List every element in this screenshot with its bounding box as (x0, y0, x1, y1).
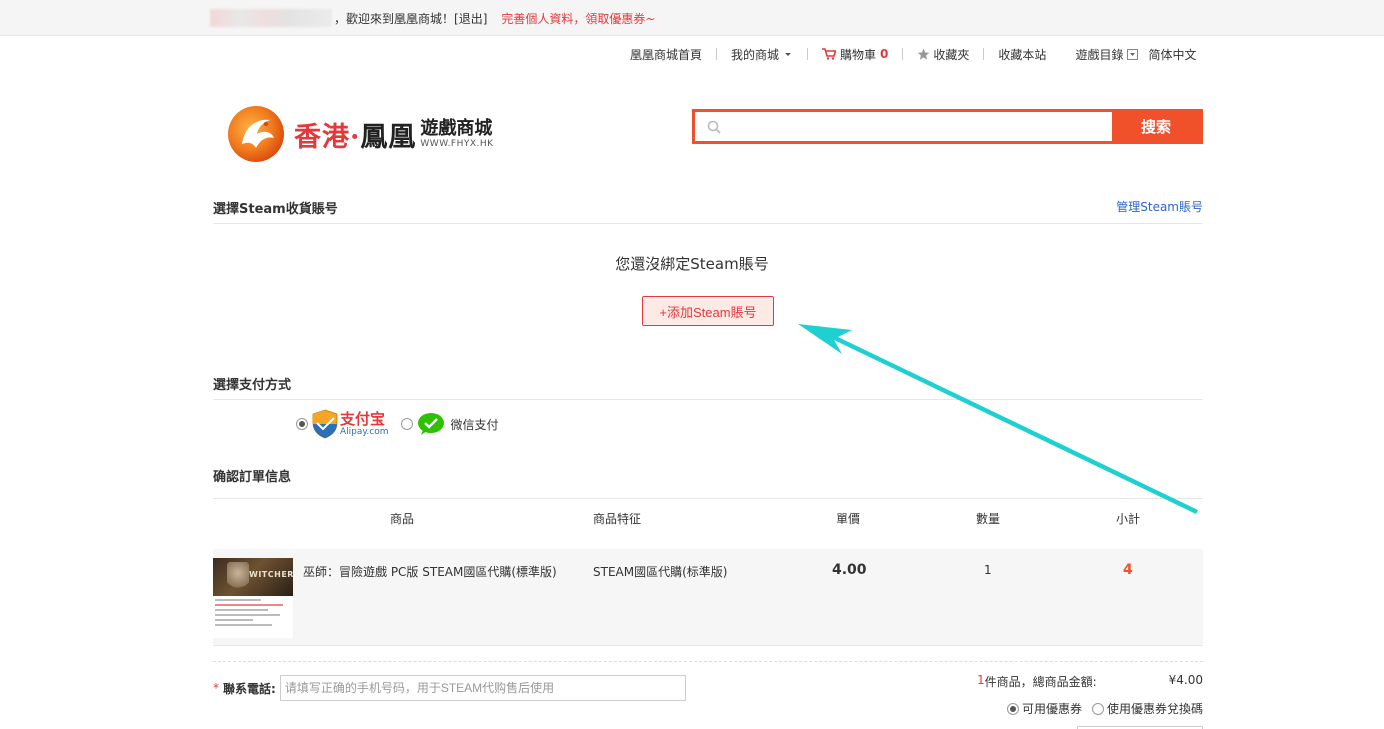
welcome-text: ，歡迎來到凰凰商城！ (334, 11, 455, 26)
cart-count-badge: 0 (880, 47, 889, 61)
nav-my-mall-label: 我的商城 (731, 47, 780, 62)
nav-divider (983, 48, 985, 60)
steam-section-title: 選擇Steam收貨賬号 (213, 202, 338, 217)
nav-my-mall[interactable]: 我的商城 (731, 46, 793, 63)
sub-nav: 凰凰商城首頁 我的商城 購物車 0 收藏夾 收藏本站 遊戲目錄 简体中文 (630, 44, 1196, 64)
coupon-available-radio[interactable] (1006, 702, 1019, 715)
table-row: WITCHER 巫師：冒險遊戲 PC版 STEAM國區代購(標準版) STEAM… (213, 549, 1203, 646)
logout-link[interactable]: [退出] (454, 10, 487, 27)
nav-catalog[interactable]: 遊戲目錄 (1075, 46, 1139, 63)
caret-down-icon (785, 53, 792, 56)
payment-section-header: 選擇支付方式 (213, 374, 1203, 400)
logo-sub-en: WWW.FHYX.HK (420, 138, 494, 149)
alipay-wordmark: 支付宝 Alipay.com (340, 409, 389, 437)
col-price: 單價 (836, 512, 861, 526)
product-art-text-lines (213, 596, 293, 632)
wechat-label: 微信支付 (450, 417, 499, 432)
product-art-figure (227, 562, 249, 594)
nav-divider (1060, 48, 1061, 60)
logo-subtitle: 遊戲商城 WWW.FHYX.HK (420, 117, 494, 150)
product-price: 4.00 (832, 562, 867, 578)
site-logo[interactable]: 香港·鳳凰 遊戲商城 WWW.FHYX.HK (226, 102, 494, 166)
wechat-radio[interactable] (400, 418, 413, 430)
logo-title-black: 鳳凰 (360, 121, 417, 153)
cart-icon (822, 48, 837, 60)
coupon-redeem-label: 使用優惠券兌換碼 (1106, 702, 1203, 716)
alipay-shield-icon (312, 409, 338, 439)
nav-cart[interactable]: 購物車 0 (822, 46, 888, 63)
nav-divider (716, 48, 718, 60)
required-star: * (213, 681, 219, 695)
payment-section-title: 選擇支付方式 (213, 378, 292, 393)
product-subtotal: 4 (1123, 562, 1133, 578)
nav-language[interactable]: 简体中文 (1148, 46, 1196, 63)
payment-options: 支付宝 Alipay.com 微信支付 (296, 408, 499, 440)
wechat-option[interactable]: 微信支付 (417, 412, 499, 436)
order-table-header: 商品 商品特征 單價 數量 小計 (213, 498, 1203, 534)
summary-count: 1 (976, 673, 985, 687)
logo-title: 香港·鳳凰 (294, 115, 416, 154)
product-art-title: WITCHER (249, 570, 293, 579)
order-summary: 1 件商品，總商品金額: ¥4.00 (977, 673, 1203, 690)
coupon-redeem-option[interactable]: 使用優惠券兌換碼 (1091, 700, 1203, 717)
steam-section-header: 選擇Steam收貨賬号 管理Steam賬号 (213, 198, 1203, 224)
phoenix-logo-icon (228, 106, 284, 162)
coupon-available-label: 可用優惠券 (1021, 702, 1082, 716)
summary-amount: ¥4.00 (1168, 673, 1203, 687)
nav-favorites[interactable]: 收藏夾 (917, 46, 969, 63)
star-icon (918, 48, 930, 60)
username-blurred (210, 9, 332, 27)
product-thumbnail[interactable]: WITCHER (213, 558, 293, 638)
top-bar: ，歡迎來到凰凰商城！ [退出] 完善個人資料，領取優惠券~ (0, 0, 1384, 36)
col-qty: 數量 (976, 512, 1001, 526)
nav-home[interactable]: 凰凰商城首頁 (630, 46, 702, 63)
dashed-divider (213, 661, 1203, 662)
add-steam-button[interactable]: +添加Steam賬号 (642, 296, 774, 326)
order-section-header: 确認訂單信息 (213, 466, 1203, 492)
nav-divider (807, 48, 809, 60)
alipay-en-text: Alipay.com (340, 426, 389, 437)
logo-sub-cn: 遊戲商城 (420, 117, 493, 139)
product-feature: STEAM國區代購(标準版) (593, 565, 728, 579)
contact-phone-label: 聯系電話: (223, 681, 276, 696)
nav-catalog-label: 遊戲目錄 (1075, 47, 1124, 62)
dropdown-box-icon (1127, 48, 1139, 60)
nav-divider (902, 48, 904, 60)
order-section-title: 确認訂單信息 (213, 470, 292, 485)
coupon-redeem-radio[interactable] (1091, 702, 1104, 715)
col-feature: 商品特征 (593, 512, 642, 526)
search-button[interactable]: 搜索 (1112, 112, 1200, 141)
steam-empty-message: 您還沒綁定Steam賬号 (615, 255, 769, 273)
nav-bookmark[interactable]: 收藏本站 (998, 46, 1046, 63)
wechat-icon (417, 413, 444, 435)
coupon-available-option[interactable]: 可用優惠券 (1006, 700, 1082, 717)
product-art: WITCHER (213, 558, 293, 596)
search-field (695, 112, 1112, 141)
alipay-cn-text: 支付宝 (340, 409, 386, 428)
alipay-radio[interactable] (296, 418, 308, 430)
logo-title-dot: · (350, 121, 361, 153)
promo-link[interactable]: 完善個人資料，領取優惠券~ (501, 10, 655, 27)
logo-title-red: 香港 (294, 121, 350, 153)
manage-steam-link[interactable]: 管理Steam賬号 (1116, 198, 1203, 215)
search-icon (707, 120, 721, 134)
summary-count-text: 件商品，總商品金額: (984, 675, 1097, 689)
contact-phone-input[interactable] (279, 675, 686, 701)
product-name[interactable]: 巫師：冒險遊戲 PC版 STEAM國區代購(標準版) (303, 563, 557, 580)
search-bar: 搜索 (692, 109, 1203, 144)
nav-cart-label: 購物車 (840, 47, 877, 62)
coupon-options: 可用優惠券 使用優惠券兌換碼 (997, 700, 1203, 717)
alipay-option[interactable]: 支付宝 Alipay.com (312, 409, 389, 439)
nav-favorites-label: 收藏夾 (933, 47, 970, 62)
col-subtotal: 小計 (1116, 512, 1141, 526)
product-qty: 1 (984, 563, 992, 577)
search-input[interactable] (727, 112, 1112, 141)
contact-phone-row: * 聯系電話: (213, 675, 686, 701)
col-product: 商品 (390, 512, 415, 526)
